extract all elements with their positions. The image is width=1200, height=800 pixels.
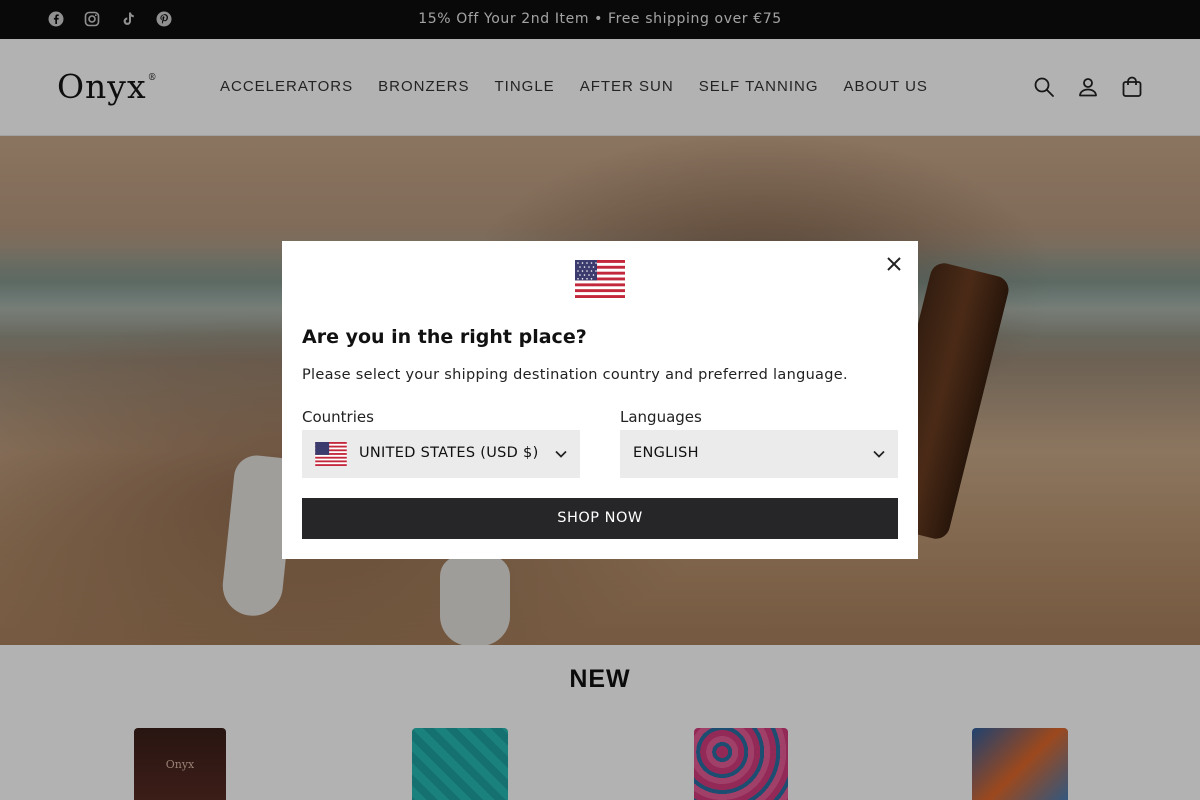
language-select[interactable]: ENGLISH [620, 430, 898, 478]
modal-title: Are you in the right place? [302, 326, 587, 348]
us-flag-icon [575, 260, 625, 298]
close-icon[interactable] [884, 254, 904, 274]
country-select[interactable]: UNITED STATES (USD $) [302, 430, 580, 478]
countries-label: Countries [302, 408, 374, 426]
languages-label: Languages [620, 408, 702, 426]
shop-now-button[interactable]: SHOP NOW [302, 498, 898, 539]
country-select-value: UNITED STATES (USD $) [359, 445, 539, 461]
us-flag-icon [315, 442, 347, 466]
chevron-down-icon [555, 450, 567, 458]
chevron-down-icon [873, 450, 885, 458]
language-select-value: ENGLISH [633, 445, 699, 461]
modal-subtitle: Please select your shipping destination … [302, 367, 848, 383]
